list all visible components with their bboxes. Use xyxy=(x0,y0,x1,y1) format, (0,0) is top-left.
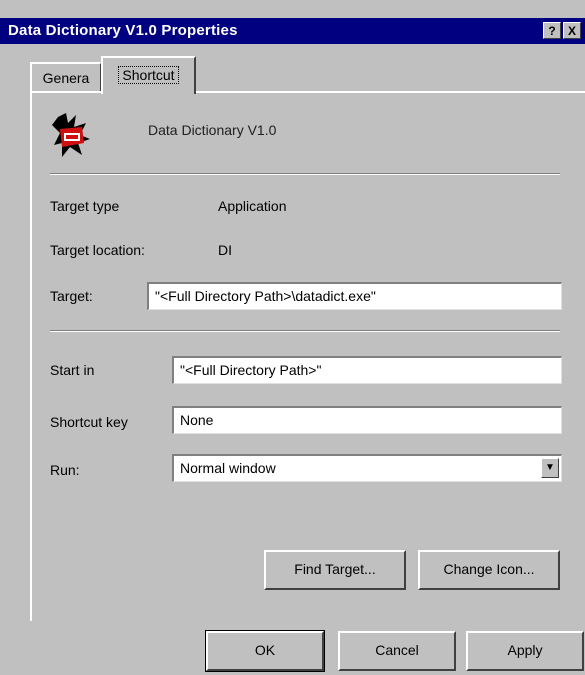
tab-shortcut-label: Shortcut xyxy=(118,66,179,84)
app-name: Data Dictionary V1.0 xyxy=(148,122,277,138)
help-button[interactable]: ? xyxy=(543,22,561,39)
title-bar: Data Dictionary V1.0 Properties ? X xyxy=(0,18,585,44)
shortcut-key-label: Shortcut key xyxy=(50,414,128,430)
start-in-input[interactable]: "<Full Directory Path>" xyxy=(172,356,562,384)
run-label: Run: xyxy=(50,462,80,478)
target-type-value: Application xyxy=(218,198,287,214)
tab-general[interactable]: Genera xyxy=(30,62,102,92)
ok-button[interactable]: OK xyxy=(205,630,325,672)
shortcut-key-input[interactable]: None xyxy=(172,406,562,434)
close-button[interactable]: X xyxy=(563,22,581,39)
run-select[interactable]: Normal window ▼ xyxy=(172,454,562,482)
tab-shortcut[interactable]: Shortcut xyxy=(101,56,196,94)
start-in-label: Start in xyxy=(50,362,95,378)
target-input[interactable]: "<Full Directory Path>\datadict.exe" xyxy=(147,282,562,310)
separator-top xyxy=(50,173,560,175)
find-target-button[interactable]: Find Target... xyxy=(264,550,406,590)
window-title: Data Dictionary V1.0 Properties xyxy=(8,22,238,39)
target-type-label: Target type xyxy=(50,198,120,214)
cancel-button[interactable]: Cancel xyxy=(338,631,456,671)
separator-middle xyxy=(50,330,560,332)
properties-dialog: Data Dictionary V1.0 Properties ? X Gene… xyxy=(0,0,585,675)
target-location-label: Target location: xyxy=(50,242,145,258)
target-label: Target: xyxy=(50,288,93,304)
apply-button[interactable]: Apply xyxy=(466,631,584,671)
chevron-down-icon[interactable]: ▼ xyxy=(541,458,559,478)
run-select-value: Normal window xyxy=(180,460,276,476)
tab-general-label: Genera xyxy=(42,70,90,86)
target-location-value: DI xyxy=(218,242,232,258)
app-icon xyxy=(52,113,90,157)
change-icon-button[interactable]: Change Icon... xyxy=(418,550,560,590)
